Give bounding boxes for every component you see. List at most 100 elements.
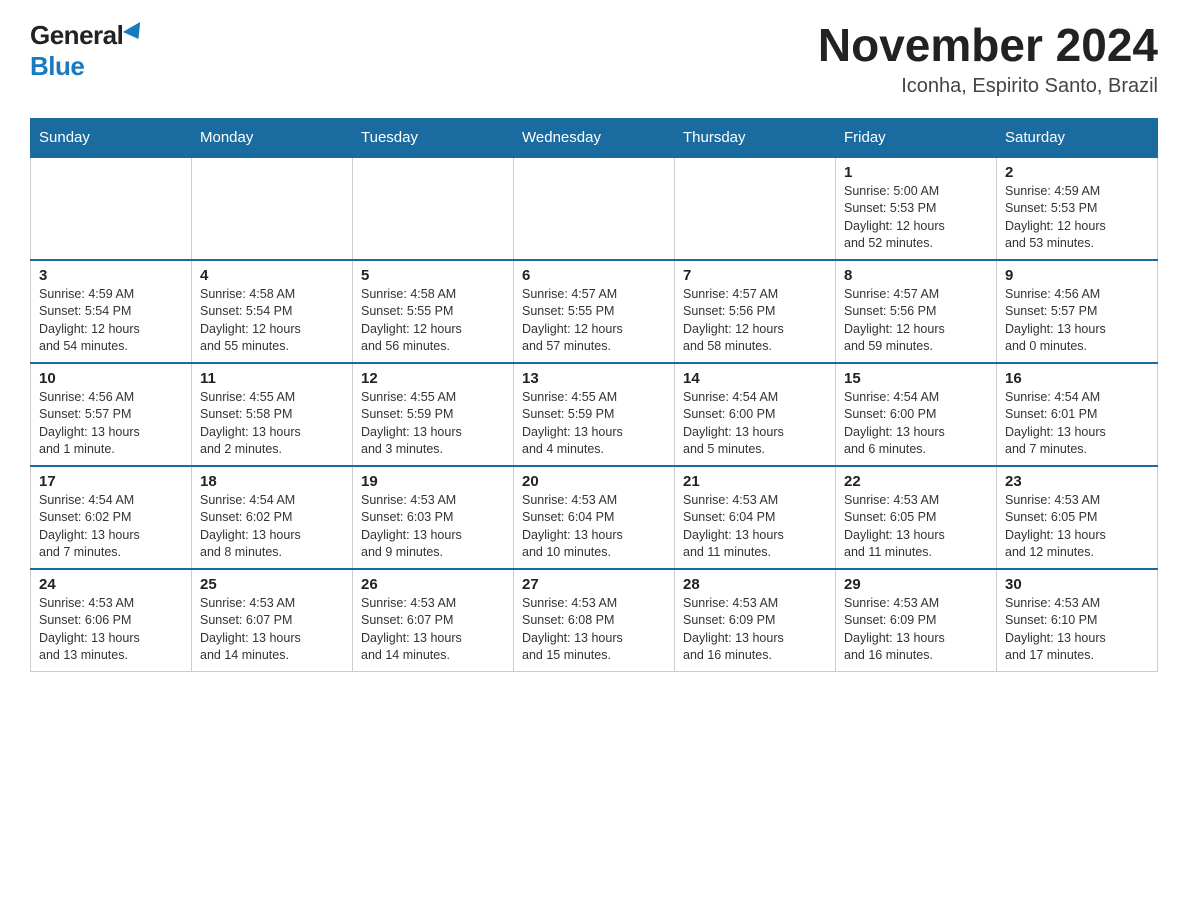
day-info: Sunrise: 4:59 AM Sunset: 5:53 PM Dayligh… xyxy=(1005,183,1149,253)
day-number: 26 xyxy=(361,576,505,593)
day-info: Sunrise: 4:56 AM Sunset: 5:57 PM Dayligh… xyxy=(1005,286,1149,356)
day-number: 25 xyxy=(200,576,344,593)
day-info: Sunrise: 4:53 AM Sunset: 6:09 PM Dayligh… xyxy=(844,595,988,665)
calendar-cell: 28 Sunrise: 4:53 AM Sunset: 6:09 PM Dayli… xyxy=(675,569,836,672)
calendar-cell: 25 Sunrise: 4:53 AM Sunset: 6:07 PM Dayli… xyxy=(192,569,353,672)
day-info: Sunrise: 4:54 AM Sunset: 6:00 PM Dayligh… xyxy=(844,389,988,459)
calendar-cell: 17 Sunrise: 4:54 AM Sunset: 6:02 PM Dayli… xyxy=(31,466,192,569)
day-number: 5 xyxy=(361,267,505,284)
month-title: November 2024 xyxy=(818,20,1158,71)
day-info: Sunrise: 4:54 AM Sunset: 6:01 PM Dayligh… xyxy=(1005,389,1149,459)
calendar-header-row: SundayMondayTuesdayWednesdayThursdayFrid… xyxy=(31,118,1158,157)
day-info: Sunrise: 4:55 AM Sunset: 5:59 PM Dayligh… xyxy=(361,389,505,459)
day-number: 30 xyxy=(1005,576,1149,593)
day-info: Sunrise: 4:54 AM Sunset: 6:00 PM Dayligh… xyxy=(683,389,827,459)
day-number: 10 xyxy=(39,370,183,387)
calendar-cell: 2 Sunrise: 4:59 AM Sunset: 5:53 PM Daylig… xyxy=(997,157,1158,260)
calendar-cell: 3 Sunrise: 4:59 AM Sunset: 5:54 PM Daylig… xyxy=(31,260,192,363)
day-info: Sunrise: 4:54 AM Sunset: 6:02 PM Dayligh… xyxy=(39,492,183,562)
day-info: Sunrise: 4:53 AM Sunset: 6:03 PM Dayligh… xyxy=(361,492,505,562)
day-number: 12 xyxy=(361,370,505,387)
day-info: Sunrise: 4:53 AM Sunset: 6:05 PM Dayligh… xyxy=(1005,492,1149,562)
calendar-cell: 5Sunrise: 4:58 AM Sunset: 5:55 PM Daylig… xyxy=(353,260,514,363)
day-number: 24 xyxy=(39,576,183,593)
calendar-cell: 11 Sunrise: 4:55 AM Sunset: 5:58 PM Dayli… xyxy=(192,363,353,466)
calendar-week-5: 24 Sunrise: 4:53 AM Sunset: 6:06 PM Dayli… xyxy=(31,569,1158,672)
day-info: Sunrise: 4:59 AM Sunset: 5:54 PM Dayligh… xyxy=(39,286,183,356)
calendar-cell: 4 Sunrise: 4:58 AM Sunset: 5:54 PM Daylig… xyxy=(192,260,353,363)
day-number: 6 xyxy=(522,267,666,284)
day-number: 17 xyxy=(39,473,183,490)
day-info: Sunrise: 4:55 AM Sunset: 5:59 PM Dayligh… xyxy=(522,389,666,459)
calendar-header-sunday: Sunday xyxy=(31,118,192,157)
calendar-cell: 29Sunrise: 4:53 AM Sunset: 6:09 PM Dayli… xyxy=(836,569,997,672)
calendar-cell: 22 Sunrise: 4:53 AM Sunset: 6:05 PM Dayli… xyxy=(836,466,997,569)
calendar-cell: 27Sunrise: 4:53 AM Sunset: 6:08 PM Dayli… xyxy=(514,569,675,672)
day-info: Sunrise: 4:53 AM Sunset: 6:04 PM Dayligh… xyxy=(522,492,666,562)
day-number: 13 xyxy=(522,370,666,387)
calendar-cell: 24 Sunrise: 4:53 AM Sunset: 6:06 PM Dayli… xyxy=(31,569,192,672)
day-info: Sunrise: 4:53 AM Sunset: 6:05 PM Dayligh… xyxy=(844,492,988,562)
day-number: 7 xyxy=(683,267,827,284)
calendar-cell xyxy=(192,157,353,260)
day-number: 27 xyxy=(522,576,666,593)
calendar-cell: 18 Sunrise: 4:54 AM Sunset: 6:02 PM Dayli… xyxy=(192,466,353,569)
day-info: Sunrise: 4:53 AM Sunset: 6:04 PM Dayligh… xyxy=(683,492,827,562)
day-info: Sunrise: 4:55 AM Sunset: 5:58 PM Dayligh… xyxy=(200,389,344,459)
logo-blue-text: Blue xyxy=(30,51,84,82)
header-right: November 2024 Iconha, Espirito Santo, Br… xyxy=(818,20,1158,98)
calendar-cell: 23 Sunrise: 4:53 AM Sunset: 6:05 PM Dayli… xyxy=(997,466,1158,569)
calendar-header-wednesday: Wednesday xyxy=(514,118,675,157)
day-number: 19 xyxy=(361,473,505,490)
day-number: 23 xyxy=(1005,473,1149,490)
calendar-cell: 9 Sunrise: 4:56 AM Sunset: 5:57 PM Daylig… xyxy=(997,260,1158,363)
day-info: Sunrise: 4:53 AM Sunset: 6:06 PM Dayligh… xyxy=(39,595,183,665)
day-info: Sunrise: 4:56 AM Sunset: 5:57 PM Dayligh… xyxy=(39,389,183,459)
day-info: Sunrise: 4:53 AM Sunset: 6:09 PM Dayligh… xyxy=(683,595,827,665)
day-number: 3 xyxy=(39,267,183,284)
day-number: 9 xyxy=(1005,267,1149,284)
calendar-cell: 7 Sunrise: 4:57 AM Sunset: 5:56 PM Daylig… xyxy=(675,260,836,363)
calendar-cell: 16 Sunrise: 4:54 AM Sunset: 6:01 PM Dayli… xyxy=(997,363,1158,466)
day-info: Sunrise: 4:57 AM Sunset: 5:56 PM Dayligh… xyxy=(683,286,827,356)
day-number: 11 xyxy=(200,370,344,387)
logo: General Blue xyxy=(30,20,145,82)
day-number: 18 xyxy=(200,473,344,490)
calendar-week-1: 1Sunrise: 5:00 AM Sunset: 5:53 PM Daylig… xyxy=(31,157,1158,260)
day-info: Sunrise: 4:53 AM Sunset: 6:07 PM Dayligh… xyxy=(200,595,344,665)
calendar-cell: 20 Sunrise: 4:53 AM Sunset: 6:04 PM Dayli… xyxy=(514,466,675,569)
day-number: 21 xyxy=(683,473,827,490)
day-info: Sunrise: 4:54 AM Sunset: 6:02 PM Dayligh… xyxy=(200,492,344,562)
calendar-cell: 8 Sunrise: 4:57 AM Sunset: 5:56 PM Daylig… xyxy=(836,260,997,363)
calendar-header-monday: Monday xyxy=(192,118,353,157)
calendar-cell: 21 Sunrise: 4:53 AM Sunset: 6:04 PM Dayli… xyxy=(675,466,836,569)
day-number: 22 xyxy=(844,473,988,490)
day-number: 16 xyxy=(1005,370,1149,387)
calendar-cell xyxy=(31,157,192,260)
day-info: Sunrise: 4:53 AM Sunset: 6:07 PM Dayligh… xyxy=(361,595,505,665)
calendar-cell: 1Sunrise: 5:00 AM Sunset: 5:53 PM Daylig… xyxy=(836,157,997,260)
logo-arrow-icon xyxy=(123,21,147,43)
day-number: 14 xyxy=(683,370,827,387)
day-info: Sunrise: 4:53 AM Sunset: 6:10 PM Dayligh… xyxy=(1005,595,1149,665)
logo-general-text: General xyxy=(30,20,123,51)
calendar-table: SundayMondayTuesdayWednesdayThursdayFrid… xyxy=(30,118,1158,672)
day-number: 4 xyxy=(200,267,344,284)
day-info: Sunrise: 4:58 AM Sunset: 5:54 PM Dayligh… xyxy=(200,286,344,356)
calendar-cell xyxy=(353,157,514,260)
calendar-week-2: 3 Sunrise: 4:59 AM Sunset: 5:54 PM Daylig… xyxy=(31,260,1158,363)
day-number: 2 xyxy=(1005,164,1149,181)
day-info: Sunrise: 4:57 AM Sunset: 5:55 PM Dayligh… xyxy=(522,286,666,356)
calendar-cell: 14 Sunrise: 4:54 AM Sunset: 6:00 PM Dayli… xyxy=(675,363,836,466)
calendar-cell: 26 Sunrise: 4:53 AM Sunset: 6:07 PM Dayli… xyxy=(353,569,514,672)
day-number: 28 xyxy=(683,576,827,593)
day-number: 8 xyxy=(844,267,988,284)
calendar-header-thursday: Thursday xyxy=(675,118,836,157)
day-number: 20 xyxy=(522,473,666,490)
day-info: Sunrise: 4:57 AM Sunset: 5:56 PM Dayligh… xyxy=(844,286,988,356)
calendar-cell: 12 Sunrise: 4:55 AM Sunset: 5:59 PM Dayli… xyxy=(353,363,514,466)
day-number: 15 xyxy=(844,370,988,387)
day-number: 1 xyxy=(844,164,988,181)
calendar-header-tuesday: Tuesday xyxy=(353,118,514,157)
calendar-header-friday: Friday xyxy=(836,118,997,157)
